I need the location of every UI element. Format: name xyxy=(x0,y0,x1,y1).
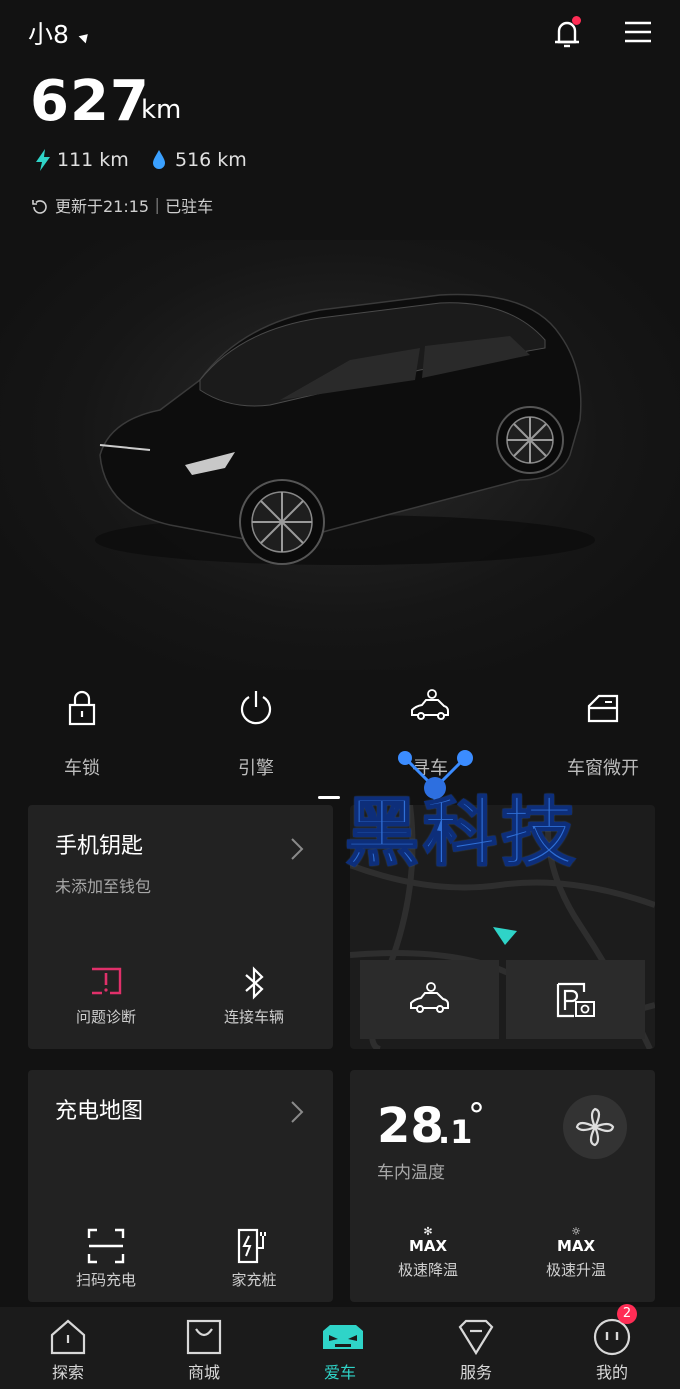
electric-range: 111 km xyxy=(57,149,129,171)
fuel-drop-icon xyxy=(150,148,168,172)
tab-mall-label: 商城 xyxy=(187,1363,220,1382)
home-charger-label: 家充桩 xyxy=(231,1271,277,1289)
rapid-cool-button[interactable]: ✻ MAX 极速降温 xyxy=(373,1225,483,1280)
vehicle-name[interactable]: 小8 xyxy=(28,20,69,50)
climate-card[interactable]: 28 .1 ° 车内温度 ✻ MAX 极速降温 ☼ MAX 极速升温 xyxy=(350,1070,655,1302)
diagnosis-label: 问题诊断 xyxy=(75,1008,136,1026)
refresh-icon[interactable] xyxy=(31,198,49,216)
phone-key-title: 手机钥匙 xyxy=(55,834,144,859)
notification-dot xyxy=(572,16,581,25)
watermark-text: 黑科技 xyxy=(344,789,579,877)
connect-vehicle-button[interactable]: 连接车辆 xyxy=(199,965,309,1027)
window-vent-label: 车窗微开 xyxy=(567,758,639,779)
rapid-cool-max: MAX xyxy=(408,1237,448,1255)
window-icon xyxy=(583,688,623,728)
fuel-range: 516 km xyxy=(175,149,247,171)
tab-my-car[interactable]: 爱车 xyxy=(290,1307,390,1383)
home-icon xyxy=(48,1317,88,1357)
home-charger-button[interactable]: 家充桩 xyxy=(199,1228,309,1290)
bluetooth-icon xyxy=(245,966,264,1000)
total-range-unit: km xyxy=(141,95,182,125)
charging-map-title: 充电地图 xyxy=(55,1099,144,1124)
home-charger-icon xyxy=(237,1228,266,1264)
cabin-temperature-label: 车内温度 xyxy=(377,1163,445,1183)
tab-service[interactable]: 服务 xyxy=(426,1307,526,1383)
scan-charge-button[interactable]: 扫码充电 xyxy=(51,1228,161,1290)
cabin-temperature-degree: ° xyxy=(468,1096,485,1136)
lock-label: 车锁 xyxy=(64,758,100,779)
rapid-heat-max: MAX xyxy=(556,1237,596,1255)
phone-key-subtitle: 未添加至钱包 xyxy=(55,877,152,896)
menu-icon[interactable] xyxy=(624,20,652,44)
notification-badge: 2 xyxy=(617,1304,637,1324)
scan-icon xyxy=(87,1228,125,1264)
tab-mall[interactable]: 商城 xyxy=(154,1307,254,1383)
engine-label: 引擎 xyxy=(238,758,274,779)
rapid-heat-button[interactable]: ☼ MAX 极速升温 xyxy=(521,1225,631,1280)
cabin-temperature: 28 xyxy=(377,1098,444,1154)
tab-mine-label: 我的 xyxy=(595,1363,628,1382)
find-car-button[interactable] xyxy=(360,960,499,1039)
lock-icon xyxy=(62,688,102,728)
tab-service-label: 服务 xyxy=(459,1363,492,1382)
bottom-tab-bar: 探索 商城 爱车 服务 我的 xyxy=(0,1307,680,1389)
chevron-right-icon[interactable] xyxy=(290,1100,304,1124)
parking-photo-button[interactable] xyxy=(506,960,645,1039)
tab-explore[interactable]: 探索 xyxy=(18,1307,118,1383)
car-icon xyxy=(320,1317,363,1357)
power-icon xyxy=(236,688,276,728)
shopping-bag-icon xyxy=(184,1317,224,1357)
car-image xyxy=(0,240,680,670)
rapid-cool-label: 极速降温 xyxy=(397,1261,458,1279)
diagnosis-button[interactable]: 问题诊断 xyxy=(51,965,161,1027)
update-status: 更新于21:15｜已驻车 xyxy=(55,197,214,216)
vehicle-switch-caret-icon[interactable] xyxy=(78,30,92,44)
chevron-right-icon[interactable] xyxy=(290,837,304,861)
watermark: 黑科技 xyxy=(344,750,645,888)
rapid-heat-label: 极速升温 xyxy=(545,1261,606,1279)
find-car-icon xyxy=(409,982,449,1013)
scan-charge-label: 扫码充电 xyxy=(75,1271,136,1289)
fan-icon xyxy=(575,1107,615,1147)
page-indicator xyxy=(318,796,340,799)
fan-button[interactable] xyxy=(563,1095,627,1159)
tab-my-car-label: 爱车 xyxy=(323,1363,356,1382)
diagnosis-icon xyxy=(92,967,122,995)
parking-camera-icon xyxy=(556,982,595,1018)
lock-control[interactable]: 车锁 xyxy=(22,688,142,780)
find-car-icon xyxy=(410,688,450,728)
lightning-icon xyxy=(34,148,52,172)
total-range-value: 627 xyxy=(30,69,150,134)
charging-map-card[interactable]: 充电地图 扫码充电 家充桩 xyxy=(28,1070,333,1302)
tab-explore-label: 探索 xyxy=(51,1363,84,1382)
location-arrow-icon xyxy=(493,927,517,945)
diamond-icon xyxy=(456,1317,496,1357)
connect-vehicle-label: 连接车辆 xyxy=(223,1008,284,1026)
phone-key-card[interactable]: 手机钥匙 未添加至钱包 问题诊断 连接车辆 xyxy=(28,805,333,1049)
tab-mine[interactable]: 我的 xyxy=(562,1307,662,1383)
window-vent-control[interactable]: 车窗微开 xyxy=(543,688,663,780)
engine-control[interactable]: 引擎 xyxy=(196,688,316,780)
